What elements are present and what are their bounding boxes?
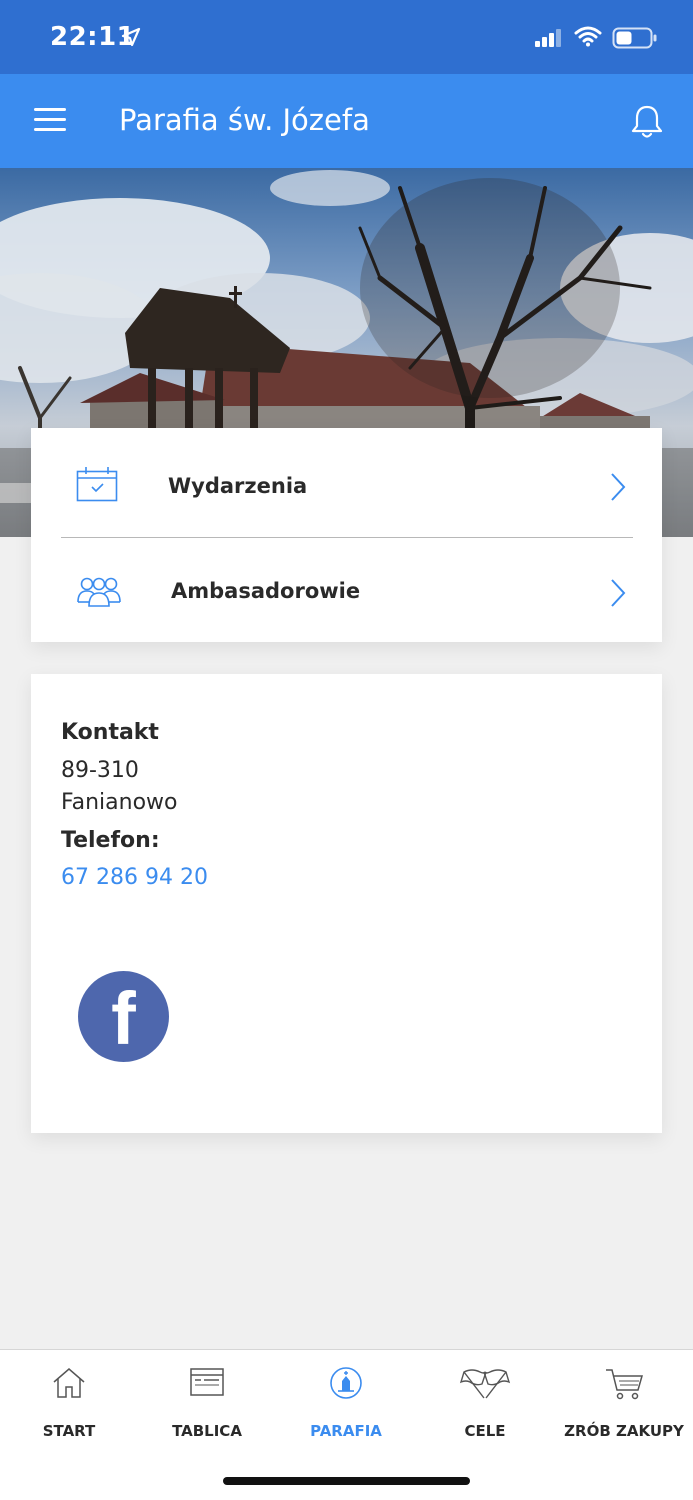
contact-card: Kontakt 89-310 Fanianowo Telefon: 67 286… [31,674,662,1133]
chevron-right-icon [611,579,626,607]
chevron-right-icon [611,473,626,501]
tab-label: TABLICA [172,1422,242,1440]
menu-item-label: Wydarzenia [168,474,308,498]
wifi-icon [574,26,602,47]
board-icon [190,1368,224,1396]
menu-item-wydarzenia[interactable]: Wydarzenia [31,428,662,533]
home-indicator[interactable] [223,1477,470,1485]
flags-icon [459,1369,511,1399]
status-bar: 22:11 [0,0,693,74]
phone-label: Telefon: [61,828,160,853]
postal-code: 89-310 [61,758,139,783]
church-icon [330,1367,362,1399]
hamburger-menu-icon[interactable] [34,108,68,136]
menu-item-label: Ambasadorowie [171,579,361,603]
home-icon [53,1368,85,1398]
tab-tablica[interactable]: TABLICA [138,1350,276,1450]
city: Fanianowo [61,790,178,815]
contact-heading: Kontakt [61,720,159,745]
screen: 22:11 Parafia św. Józefa Wydarzenia Amba… [0,0,693,1500]
phone-link[interactable]: 67 286 94 20 [61,865,208,890]
battery-icon [612,27,657,49]
menu-item-ambasadorowie[interactable]: Ambasadorowie [31,538,662,643]
tab-zrob-zakupy[interactable]: ZRÓB ZAKUPY [555,1350,693,1450]
cart-icon [606,1369,643,1400]
people-icon [77,577,121,607]
tab-label: START [42,1422,96,1440]
calendar-icon [76,467,118,502]
tab-label: CELE [464,1422,506,1440]
tab-cele[interactable]: CELE [416,1350,554,1450]
tab-parafia[interactable]: PARAFIA [277,1350,415,1450]
facebook-icon[interactable]: f [78,971,169,1062]
app-title: Parafia św. Józefa [119,103,370,137]
bell-icon[interactable] [630,104,664,140]
menu-card: Wydarzenia Ambasadorowie [31,428,662,642]
tab-label: PARAFIA [310,1422,382,1440]
app-bar: Parafia św. Józefa [0,74,693,168]
cellular-signal-icon [535,29,561,47]
location-arrow-icon [121,27,141,47]
tab-label: ZRÓB ZAKUPY [564,1422,684,1440]
tab-start[interactable]: START [0,1350,138,1450]
